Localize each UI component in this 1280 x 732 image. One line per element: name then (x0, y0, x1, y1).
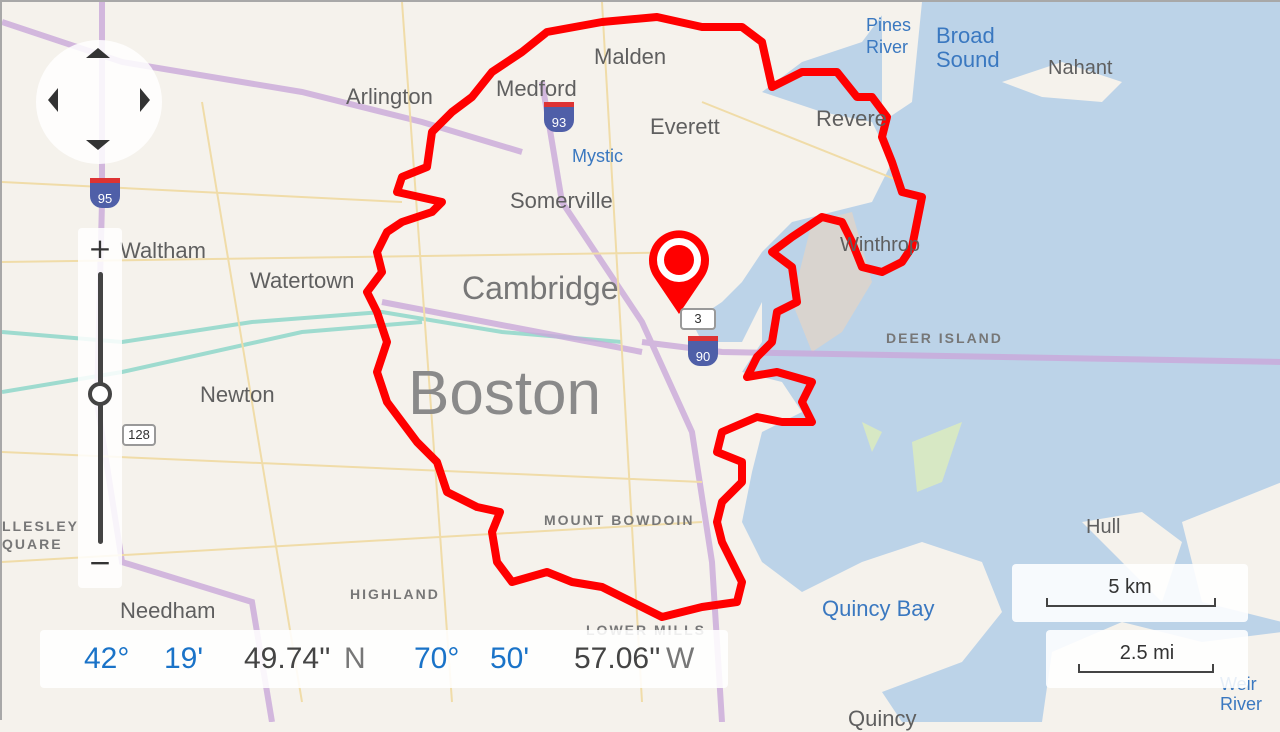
label-nahant: Nahant (1048, 57, 1113, 79)
zoom-out-button[interactable]: − (78, 546, 122, 579)
longitude-degrees: 70° (414, 642, 460, 675)
label-mystic: Mystic (572, 146, 623, 166)
label-medford: Medford (496, 76, 577, 101)
pan-left-icon[interactable] (48, 88, 58, 112)
longitude-seconds: 57.06'' (574, 642, 661, 675)
label-deer-island: DEER ISLAND (886, 330, 1003, 346)
label-watertown: Watertown (250, 268, 355, 293)
zoom-slider-thumb[interactable] (88, 382, 112, 407)
label-waltham: Waltham (120, 238, 206, 263)
latitude-minutes: 19' (164, 642, 204, 675)
longitude-minutes: 50' (490, 642, 530, 675)
zoom-control: + − (78, 228, 122, 588)
label-boston: Boston (408, 359, 602, 428)
scale-imperial-bar (1078, 664, 1214, 673)
label-winthrop: Winthrop (840, 234, 921, 256)
pan-down-icon[interactable] (86, 140, 110, 150)
scale-imperial-label: 2.5 mi (1119, 642, 1175, 664)
label-broad-sound: Broad Sound (936, 23, 1000, 72)
latitude-seconds: 49.74'' (244, 642, 331, 675)
map-canvas[interactable]: Malden Medford Arlington Everett Revere … (0, 0, 1280, 731)
latitude-hemisphere: N (344, 642, 366, 675)
label-hull: Hull (1086, 516, 1121, 538)
label-highland: HIGHLAND (350, 586, 440, 602)
label-square: QUARE (2, 536, 63, 552)
label-quincy: Quincy (848, 706, 917, 731)
label-mount-bowdoin: MOUNT BOWDOIN (544, 512, 695, 528)
interstate-93-shield: 93 (544, 102, 574, 132)
interstate-95-shield: 95 (90, 178, 120, 208)
interstate-90-shield: 90 (688, 336, 718, 366)
label-wellesley: LLESLEY (2, 518, 80, 534)
label-revere: Revere (816, 106, 887, 131)
pan-control[interactable] (36, 40, 162, 164)
label-malden: Malden (594, 44, 667, 69)
route-128-shield: 128 (122, 424, 156, 446)
pan-up-icon[interactable] (86, 48, 110, 58)
label-needham: Needham (120, 598, 216, 623)
latitude-degrees: 42° (84, 642, 130, 675)
coordinate-readout: 42° 19' 49.74'' N 70° 50' 57.06'' W (40, 630, 728, 688)
scale-metric-bar (1046, 598, 1216, 607)
label-newton: Newton (200, 382, 275, 407)
label-arlington: Arlington (346, 84, 433, 109)
scale-bar-metric: 5 km (1012, 564, 1248, 622)
zoom-in-button[interactable]: + (78, 232, 122, 265)
label-somerville: Somerville (510, 188, 613, 213)
route-3-shield: 3 (680, 308, 716, 330)
label-pines-river: Pines River (866, 15, 912, 57)
label-cambridge: Cambridge (462, 270, 619, 306)
zoom-slider-track[interactable] (98, 272, 103, 544)
longitude-hemisphere: W (666, 642, 695, 675)
pan-right-icon[interactable] (140, 88, 150, 112)
label-everett: Everett (650, 114, 720, 139)
scale-metric-label: 5 km (1108, 576, 1152, 598)
label-quincy-bay: Quincy Bay (822, 596, 935, 621)
scale-bar-imperial: 2.5 mi (1046, 630, 1248, 688)
